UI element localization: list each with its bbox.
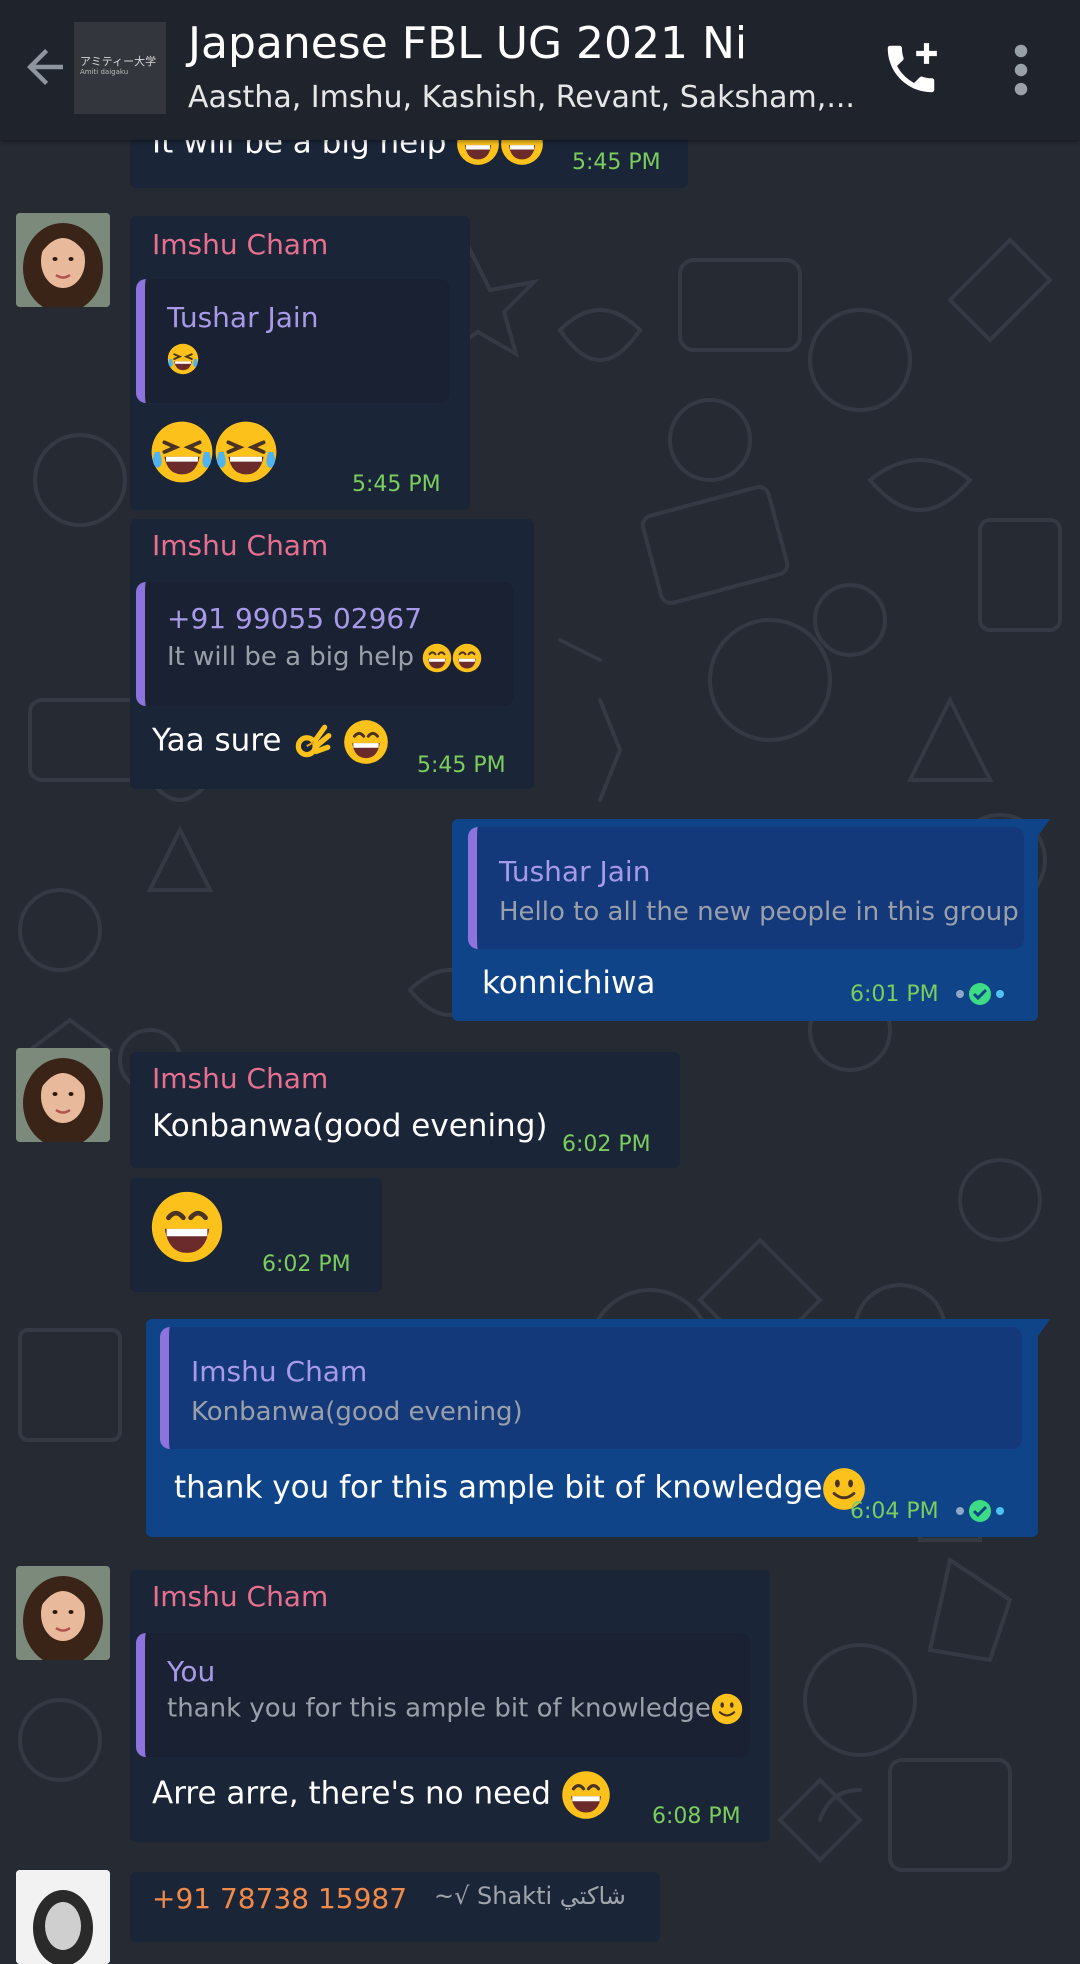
grinning-emoji [452, 643, 482, 673]
group-avatar-subtext: Amiti daigaku [80, 68, 129, 76]
bubble-tail [1036, 1319, 1050, 1339]
sender-alias: ~√ Shakti شاكتي [434, 1882, 626, 1910]
quoted-message[interactable]: Imshu Cham Konbanwa(good evening) [160, 1327, 1022, 1449]
grinning-emoji [561, 1770, 611, 1820]
group-members[interactable]: Aastha, Imshu, Kashish, Revant, Saksham,… [188, 80, 855, 115]
sender-name: Imshu Cham [152, 228, 329, 261]
avatar-photo [16, 1566, 110, 1660]
message-time: 5:45 PM [417, 753, 506, 778]
group-avatar-text: アミティー大学 [80, 55, 157, 68]
message-time: 6:02 PM [262, 1252, 351, 1277]
message-time: 6:01 PM [850, 982, 939, 1007]
sender-name: Imshu Cham [152, 1580, 329, 1613]
laughing-emoji [167, 343, 199, 375]
message-bubble[interactable]: Imshu Cham You thank you for this ample … [130, 1570, 770, 1842]
sender-name: +91 78738 15987 [152, 1882, 408, 1915]
chat-header: アミティー大学 Amiti daigaku Japanese FBL UG 20… [0, 0, 1080, 140]
grinning-emoji [422, 643, 452, 673]
back-arrow-icon[interactable] [18, 40, 72, 94]
message-text: konnichiwa [482, 965, 656, 1001]
laughing-emoji [150, 420, 214, 484]
message-bubble[interactable]: 6:02 PM [130, 1178, 382, 1292]
quoted-sender: +91 99055 02967 [167, 602, 423, 635]
message-bubble[interactable]: +91 78738 15987 ~√ Shakti شاكتي [130, 1872, 660, 1942]
message-bubble[interactable]: Imshu Cham +91 99055 02967 It will be a … [130, 519, 534, 789]
avatar-photo [16, 1870, 110, 1964]
message-time: 5:45 PM [352, 472, 441, 497]
avatar[interactable] [16, 1048, 110, 1142]
quoted-text: Hello to all the new people in this grou… [499, 897, 1019, 927]
quoted-sender: You [167, 1655, 216, 1688]
avatar[interactable] [16, 1566, 110, 1660]
quoted-text: Konbanwa(good evening) [191, 1397, 523, 1427]
group-title[interactable]: Japanese FBL UG 2021 Ni [188, 18, 747, 69]
sender-name: Imshu Cham [152, 1062, 329, 1095]
message-time: 6:08 PM [652, 1804, 741, 1829]
read-receipt-icon [956, 983, 1004, 1005]
quoted-sender: Tushar Jain [167, 301, 319, 334]
ok-hand-emoji [291, 721, 333, 763]
grinning-emoji [150, 1190, 224, 1264]
grinning-emoji [343, 719, 389, 765]
message-text: Yaa sure [152, 722, 282, 759]
read-receipt-icon [956, 1500, 1004, 1522]
quoted-message[interactable]: +91 99055 02967 It will be a big help [136, 582, 514, 706]
more-options-icon[interactable] [1006, 44, 1036, 96]
message-bubble[interactable]: Imshu Cham Konbanwa(good evening) thank … [146, 1319, 1038, 1537]
bubble-tail [1036, 819, 1050, 839]
message-bubble[interactable]: Tushar Jain Hello to all the new people … [452, 819, 1038, 1021]
quoted-sender: Tushar Jain [499, 855, 651, 888]
quoted-message[interactable]: You thank you for this ample bit of know… [136, 1633, 750, 1757]
quoted-message[interactable]: Tushar Jain Hello to all the new people … [468, 827, 1024, 949]
group-avatar[interactable]: アミティー大学 Amiti daigaku [74, 22, 166, 114]
quoted-message[interactable]: Tushar Jain [136, 279, 450, 403]
laughing-emoji [214, 420, 278, 484]
message-time: 5:45 PM [572, 150, 661, 175]
message-text: Arre arre, there's no need [152, 1775, 551, 1812]
message-time: 6:04 PM [850, 1499, 939, 1524]
avatar[interactable] [16, 213, 110, 307]
avatar-photo [16, 1048, 110, 1142]
message-text: Konbanwa(good evening) [152, 1108, 548, 1144]
smiling-emoji [711, 1693, 743, 1725]
quoted-sender: Imshu Cham [191, 1355, 368, 1388]
add-call-icon[interactable] [880, 38, 942, 100]
avatar[interactable] [16, 1870, 110, 1964]
avatar-photo [16, 213, 110, 307]
quoted-text: thank you for this ample bit of knowledg… [167, 1693, 711, 1724]
message-bubble[interactable]: Imshu Cham Konbanwa(good evening) 6:02 P… [130, 1052, 680, 1168]
message-time: 6:02 PM [562, 1132, 651, 1157]
quoted-text: It will be a big help [167, 642, 414, 672]
sender-name: Imshu Cham [152, 529, 329, 562]
message-text: thank you for this ample bit of knowledg… [174, 1469, 823, 1506]
message-bubble[interactable]: Imshu Cham Tushar Jain 5:45 PM [130, 216, 470, 510]
